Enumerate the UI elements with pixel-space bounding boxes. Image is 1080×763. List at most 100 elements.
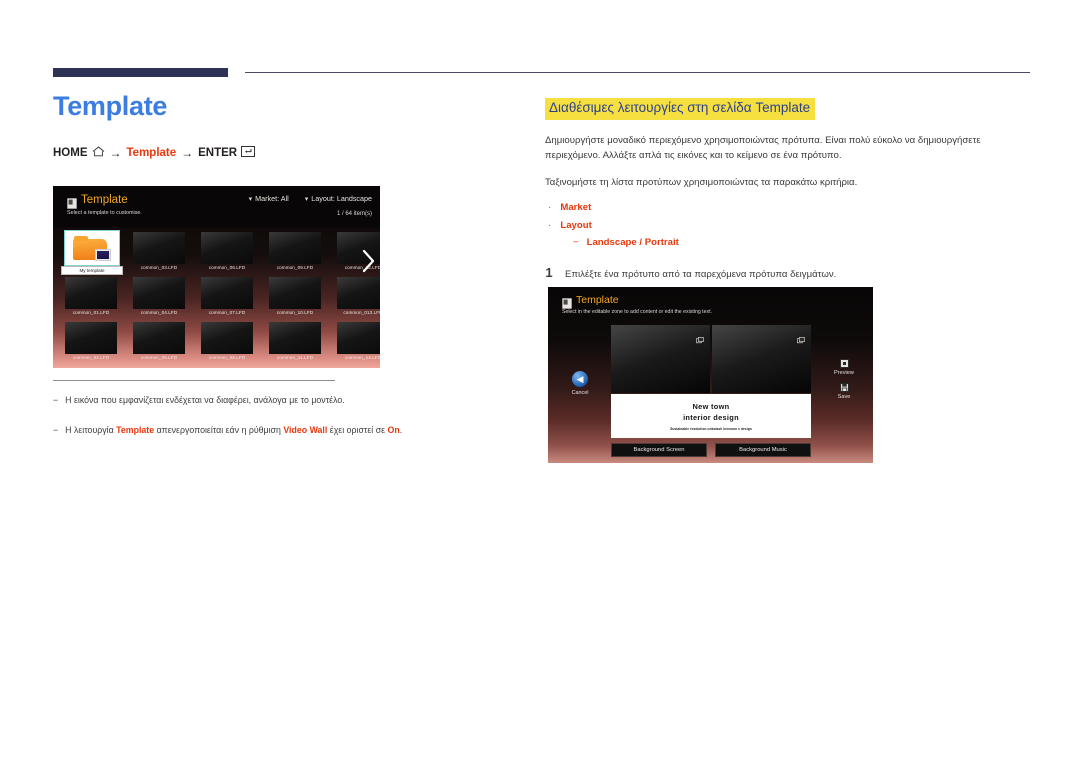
background-screen-button[interactable]: Background Screen (611, 443, 707, 457)
template-grid: My template common_03.LFD common_06.LFD … (53, 230, 380, 365)
template-tile[interactable] (65, 277, 117, 309)
cancel-label: Cancel (571, 390, 589, 396)
screen-title: Template (81, 194, 128, 206)
template-tile[interactable] (133, 322, 185, 354)
enter-key-icon (241, 145, 256, 160)
note-text: Η εικόνα που εμφανίζεται ενδέχεται να δι… (65, 395, 345, 405)
template-tile[interactable] (201, 232, 253, 264)
step-number: 1 (545, 265, 553, 281)
template-label: common_03.LFD (140, 265, 178, 270)
filter-layout[interactable]: ▾ Layout: Landscape (305, 194, 372, 203)
cancel-button[interactable]: ◀ Cancel (562, 371, 598, 396)
template-tile[interactable] (269, 232, 321, 264)
paragraph-1: Δημιουργήστε μοναδικό περιεχόμενο χρησιμ… (545, 134, 981, 162)
list-item-label: Layout (560, 220, 592, 232)
image-add-icon (797, 332, 805, 344)
preview-icon (839, 359, 849, 368)
chevron-down-icon: ▾ (248, 196, 253, 203)
breadcrumb-template: Template (126, 146, 177, 159)
step-item: 1 Επιλέξτε ένα πρότυπο από τα παρεχόμενα… (545, 265, 1035, 282)
breadcrumb-arrow-2: → (181, 145, 194, 160)
sub-list-item: − Landscape / Portrait (545, 237, 1035, 248)
save-button[interactable]: Save (822, 383, 866, 400)
template-label: common_10.LFD (276, 310, 314, 315)
folder-with-image-icon (73, 235, 111, 261)
bullet-dot-icon: · (548, 220, 552, 232)
editor-side-actions: Preview Save (822, 359, 866, 407)
template-label: common_11.LFD (276, 355, 314, 360)
template-label: common_14.LFD (344, 355, 380, 360)
header-rule-thin (245, 72, 1030, 73)
editable-zone-right[interactable] (712, 325, 811, 393)
editable-zone-left[interactable] (611, 325, 710, 393)
chevron-down-icon: ▾ (304, 196, 309, 203)
filter-market[interactable]: ▾ Market: All (249, 194, 289, 203)
template-tile[interactable] (337, 322, 380, 354)
template-label: common_09.LFD (276, 265, 314, 270)
page-title: Template (53, 91, 168, 121)
template-row: My template common_03.LFD common_06.LFD … (53, 230, 380, 275)
notes-divider (53, 380, 335, 381)
text-line-1: New town (692, 401, 730, 411)
text-line-2: interior design (683, 412, 739, 422)
template-list-screenshot: Template Select a template to customise.… (53, 186, 380, 368)
screen-header-bar (53, 186, 380, 228)
left-column: Template HOME → Template → ENTER (53, 91, 493, 160)
image-add-icon (696, 332, 704, 344)
template-tile[interactable] (201, 277, 253, 309)
template-tile[interactable] (65, 322, 117, 354)
template-tile[interactable] (133, 277, 185, 309)
background-music-button[interactable]: Background Music (715, 443, 811, 457)
right-column: Διαθέσιμες λειτουργίες στη σελίδα Templa… (545, 98, 1035, 283)
note-text: Η λειτουργία Template απενεργοποιείται ε… (65, 425, 403, 436)
document-icon (562, 296, 572, 309)
editable-text-zone[interactable]: New town interior design Sustainable res… (611, 394, 811, 438)
template-editor-screenshot: Template Select in the editable zone to … (548, 287, 873, 463)
save-label: Save (837, 394, 851, 400)
text-line-3: Sustainable resolution unkolash kensono … (670, 426, 752, 431)
back-arrow-icon: ◀ (572, 371, 588, 387)
note-dash: − (53, 425, 59, 436)
template-tile[interactable] (133, 232, 185, 264)
template-label: common_06.LFD (208, 265, 246, 270)
notes-block: − Η εικόνα που εμφανίζεται ενδέχεται να … (53, 380, 513, 437)
template-row: common_02.LFD common_05.LFD common_08.LF… (53, 320, 380, 365)
my-template-label: My template (61, 266, 123, 275)
breadcrumb: HOME → Template → ENTER (53, 145, 493, 160)
editor-title: Template (576, 294, 619, 306)
my-template-tile[interactable] (64, 230, 120, 266)
note-dash: − (53, 395, 59, 405)
list-item: · Layout (545, 220, 1035, 231)
header-rule-thick (53, 68, 228, 77)
template-label: common_01.LFD (72, 310, 110, 315)
template-label: common_07.LFD (208, 310, 246, 315)
screen-filters: ▾ Market: All ▾ Layout: Landscape (249, 194, 372, 203)
preview-button[interactable]: Preview (822, 359, 866, 376)
paragraph-2: Ταξινομήστε τη λίστα προτύπων χρησιμοποι… (545, 176, 858, 188)
bullet-dot-icon: · (548, 202, 552, 214)
template-label: common_02.LFD (72, 355, 110, 360)
sub-bullet-dash-icon: − (573, 237, 579, 249)
breadcrumb-enter: ENTER (198, 146, 238, 159)
criteria-list: · Market · Layout − Landscape / Portrait (545, 202, 1035, 248)
preview-label: Preview (834, 370, 854, 376)
step-text: Επιλέξτε ένα πρότυπο από τα παρεχόμενα π… (565, 269, 837, 281)
template-tile[interactable] (269, 322, 321, 354)
template-tile[interactable] (269, 277, 321, 309)
template-label: common_04.LFD (140, 310, 178, 315)
template-label: common_05.LFD (140, 355, 178, 360)
home-icon (92, 146, 105, 160)
template-tile[interactable] (201, 322, 253, 354)
manual-page: Template HOME → Template → ENTER Templat… (0, 0, 1080, 763)
template-label: common_013.LFD (343, 310, 380, 315)
sub-list-item-label: Landscape / Portrait (586, 237, 679, 249)
chevron-right-icon[interactable] (360, 248, 376, 274)
template-tile[interactable] (337, 277, 380, 309)
document-icon (67, 196, 77, 209)
list-item-label: Market (560, 202, 592, 214)
note-item: − Η λειτουργία Template απενεργοποιείται… (53, 424, 513, 436)
template-row: common_01.LFD common_04.LFD common_07.LF… (53, 275, 380, 320)
breadcrumb-arrow-1: → (109, 145, 122, 160)
breadcrumb-home: HOME (53, 146, 88, 159)
item-count: 1 / 64 item(s) (336, 211, 372, 217)
